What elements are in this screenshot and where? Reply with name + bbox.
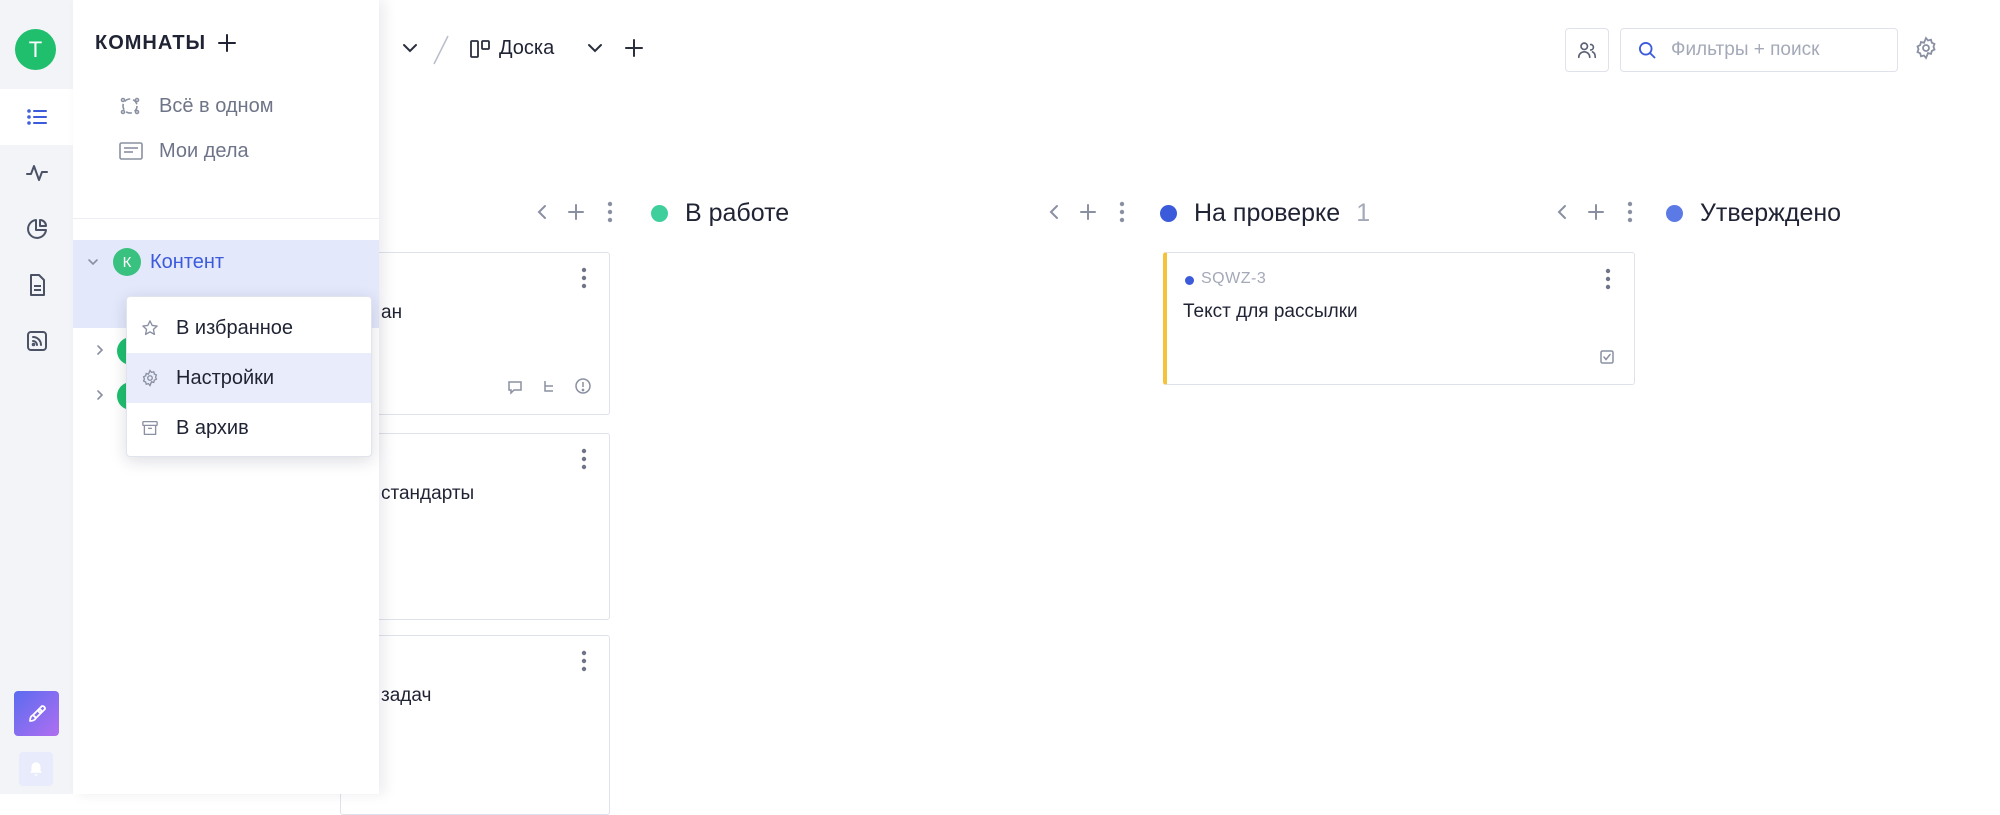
nav-all-in-one[interactable]: Всё в одном <box>119 91 273 121</box>
task-card-review[interactable]: SQWZ-3 Текст для рассылки <box>1163 252 1635 385</box>
feed-icon[interactable] <box>0 313 73 369</box>
chevron-down-icon[interactable] <box>86 255 100 269</box>
menu-item-archive[interactable]: В архив <box>127 403 371 453</box>
column-controls-in-progress <box>1037 201 1139 223</box>
my-tasks-icon <box>119 141 145 161</box>
priority-icon <box>574 377 592 395</box>
view-dropdown-chevron-icon[interactable] <box>585 38 605 58</box>
notifications-bell-icon[interactable] <box>19 752 53 786</box>
divider <box>73 218 379 219</box>
activity-icon[interactable] <box>0 145 73 201</box>
more-vertical-icon[interactable] <box>581 650 587 672</box>
column-header-review: На проверке 1 <box>1160 198 1370 228</box>
star-icon <box>141 319 161 337</box>
search-input[interactable] <box>1669 38 1889 62</box>
add-view-plus-icon[interactable] <box>623 37 645 59</box>
breadcrumb-separator <box>432 34 450 66</box>
members-button[interactable] <box>1565 28 1609 72</box>
comment-icon <box>507 379 523 395</box>
menu-item-label: Настройки <box>176 366 275 389</box>
user-avatar[interactable]: T <box>15 29 56 70</box>
list-view-icon[interactable] <box>0 89 73 145</box>
task-card[interactable]: стандарты <box>340 433 610 620</box>
column-controls-todo <box>525 201 627 223</box>
room-item-content[interactable]: К Контент <box>73 240 379 284</box>
column-title: На проверке <box>1194 198 1341 227</box>
task-id: SQWZ-3 <box>1201 270 1267 287</box>
card-title: Текст для рассылки <box>1183 301 1358 322</box>
menu-item-favorite[interactable]: В избранное <box>127 303 371 353</box>
menu-item-label: В избранное <box>176 316 294 339</box>
chevron-down-icon[interactable] <box>400 38 420 58</box>
more-vertical-icon[interactable] <box>593 201 627 223</box>
plus-icon[interactable] <box>1071 202 1105 222</box>
column-title: В работе <box>685 198 790 227</box>
document-icon[interactable] <box>0 257 73 313</box>
search-field[interactable] <box>1620 28 1898 72</box>
board-settings-gear-icon[interactable] <box>1914 36 1938 60</box>
more-vertical-icon[interactable] <box>1605 268 1611 290</box>
chevron-left-icon[interactable] <box>1545 202 1579 222</box>
column-header-in-progress: В работе <box>651 198 789 228</box>
menu-item-settings[interactable]: Настройки <box>127 353 371 403</box>
menu-item-label: В архив <box>176 416 249 439</box>
status-dot <box>1160 204 1177 222</box>
gear-icon <box>141 369 161 387</box>
chevron-left-icon[interactable] <box>1037 202 1071 222</box>
plus-icon[interactable] <box>1579 202 1613 222</box>
checklist-icon <box>1599 349 1615 365</box>
reports-pie-icon[interactable] <box>0 201 73 257</box>
subtasks-icon <box>541 379 557 395</box>
status-dot <box>651 204 668 222</box>
archive-icon <box>141 419 161 437</box>
column-title: Утверждено <box>1700 198 1842 227</box>
room-context-menu: В избранное Настройки В архив <box>126 296 372 457</box>
chevron-right-icon[interactable] <box>93 388 107 402</box>
nav-label: Всё в одном <box>159 94 274 117</box>
room-avatar: К <box>113 248 141 276</box>
nav-label: Мои дела <box>159 139 249 162</box>
more-vertical-icon[interactable] <box>581 267 587 289</box>
task-card[interactable]: задач <box>340 635 610 815</box>
board-view-icon <box>469 38 491 60</box>
status-dot <box>1185 276 1194 285</box>
card-title: задач <box>381 685 432 706</box>
icon-rail: T <box>0 0 73 794</box>
rocket-icon[interactable] <box>14 691 59 736</box>
more-vertical-icon[interactable] <box>1105 201 1139 223</box>
rooms-title: КОМНАТЫ <box>95 32 207 54</box>
add-room-plus-icon[interactable] <box>217 33 237 53</box>
nav-my-tasks[interactable]: Мои дела <box>119 136 249 166</box>
view-title[interactable]: Доска <box>499 37 554 60</box>
status-dot <box>1666 204 1683 222</box>
task-card[interactable]: ан <box>340 252 610 415</box>
plus-icon[interactable] <box>559 202 593 222</box>
column-controls-review <box>1545 201 1647 223</box>
column-header-approved: Утверждено <box>1666 198 1841 228</box>
column-count: 1 <box>1356 198 1371 227</box>
card-title: ан <box>381 302 403 323</box>
room-name: Контент <box>150 250 225 273</box>
more-vertical-icon[interactable] <box>581 448 587 470</box>
more-vertical-icon[interactable] <box>1613 201 1647 223</box>
search-icon <box>1637 40 1657 60</box>
card-title: стандарты <box>381 483 475 504</box>
chevron-right-icon[interactable] <box>93 343 107 357</box>
all-in-one-icon <box>119 95 145 117</box>
chevron-left-icon[interactable] <box>525 202 559 222</box>
